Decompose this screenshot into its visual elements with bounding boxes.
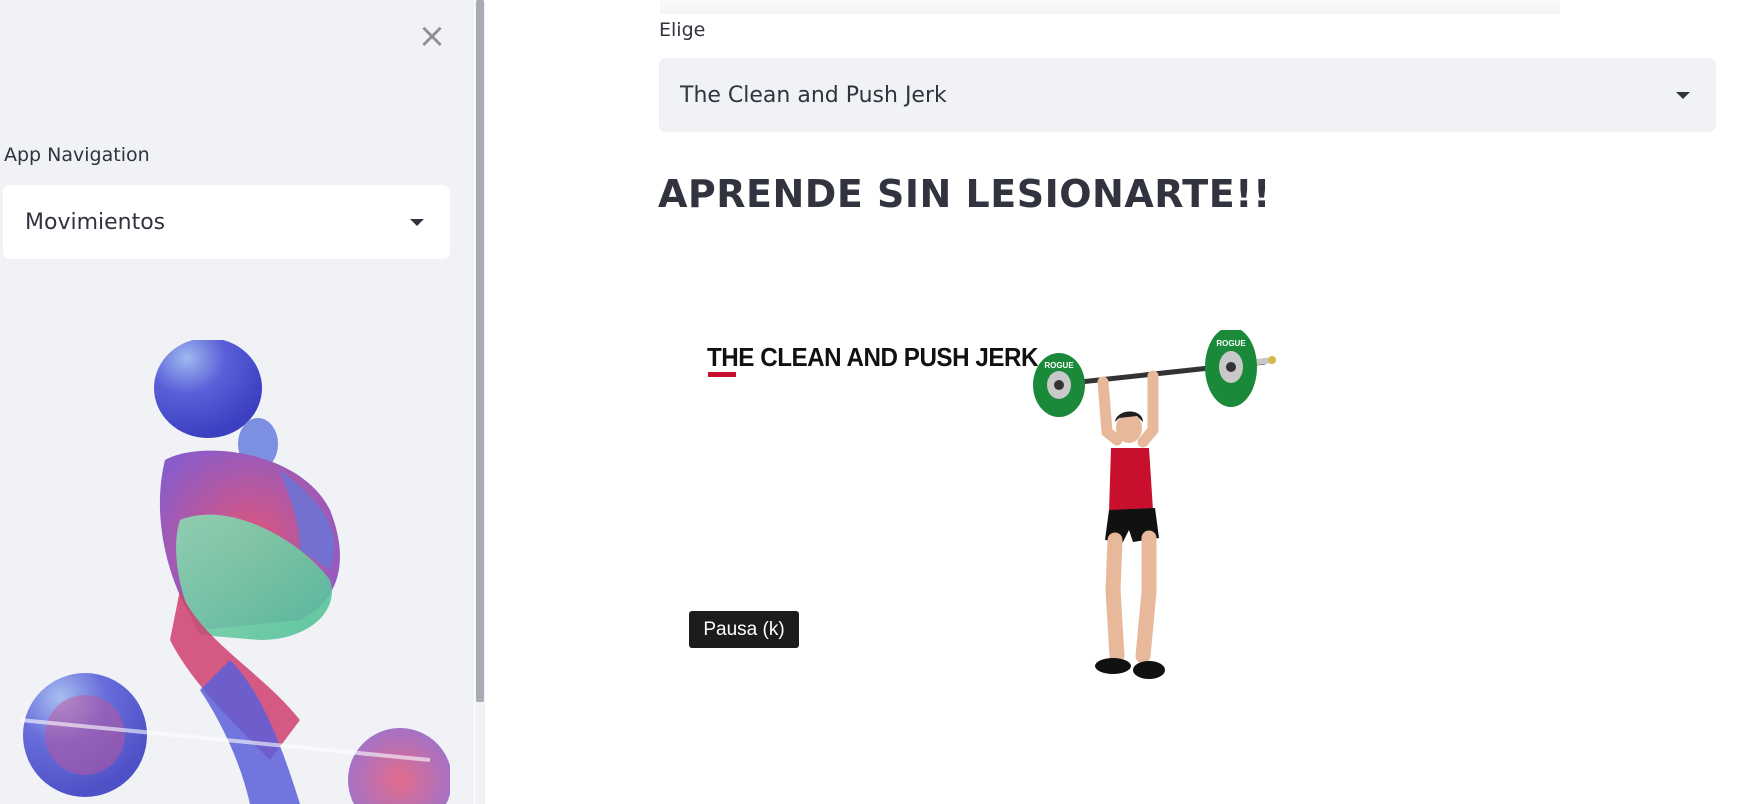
video-title: THE CLEAN AND PUSH JERK — [707, 342, 1038, 372]
chevron-down-icon — [410, 219, 424, 226]
page-heading: APRENDE SIN LESIONARTE!! — [658, 172, 1271, 216]
chevron-down-icon — [1676, 92, 1690, 99]
exercise-select-value: The Clean and Push Jerk — [680, 82, 947, 108]
exercise-select[interactable]: The Clean and Push Jerk — [659, 58, 1716, 132]
exercise-video[interactable]: THE CLEAN AND PUSH JERK ROGUE ROGUE — [675, 300, 1375, 730]
nav-select-value: Movimientos — [25, 209, 166, 235]
pause-tooltip: Pausa (k) — [689, 611, 799, 648]
exercise-select-label: Elige — [659, 19, 706, 41]
nav-select[interactable]: Movimientos — [3, 185, 450, 259]
close-icon[interactable]: × — [416, 19, 448, 53]
top-divider — [660, 0, 1560, 14]
weightlifter-illustration — [19, 340, 450, 804]
scrollbar-thumb[interactable] — [476, 0, 484, 702]
sidebar-scrollbar[interactable] — [475, 0, 485, 804]
title-underline — [708, 372, 736, 377]
plate-text-right: ROGUE — [1216, 339, 1246, 348]
athlete-figure: ROGUE ROGUE — [1033, 330, 1276, 679]
sidebar: × App Navigation Movimientos — [0, 0, 474, 804]
main-content: Elige The Clean and Push Jerk APRENDE SI… — [485, 0, 1764, 804]
nav-label: App Navigation — [4, 144, 150, 166]
plate-text-left: ROGUE — [1044, 361, 1074, 370]
